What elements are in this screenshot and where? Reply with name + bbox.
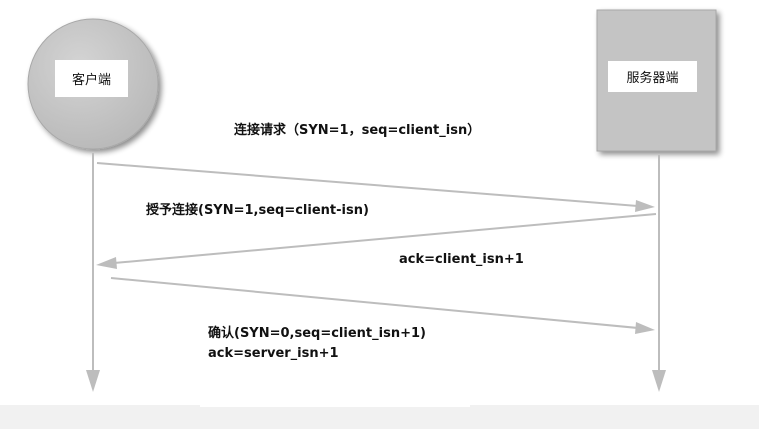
synack-ack-label: ack=client_isn+1	[389, 245, 562, 279]
syn-arrowhead	[635, 200, 655, 212]
synack-arrowhead	[96, 257, 117, 269]
client-label: 客户端	[55, 60, 128, 97]
syn-message-label: 连接请求（SYN=1，seq=client_isn）	[222, 118, 513, 158]
ack-arrowhead	[635, 322, 655, 334]
ack-message-label-line2: ack=server_isn+1	[200, 343, 470, 407]
tcp-handshake-diagram: 客户端 服务器端 连接请求（SYN=1，seq=client_isn） 授予连接…	[0, 0, 759, 429]
client-lifeline-arrowhead	[86, 370, 100, 392]
ack-message-label-line1: 确认(SYN=0,seq=client_isn+1)	[200, 321, 470, 343]
synack-message-label: 授予连接(SYN=1,seq=client-isn)	[136, 198, 403, 234]
server-lifeline-arrowhead	[652, 370, 666, 392]
server-label: 服务器端	[608, 61, 697, 92]
bottom-band	[0, 405, 759, 429]
